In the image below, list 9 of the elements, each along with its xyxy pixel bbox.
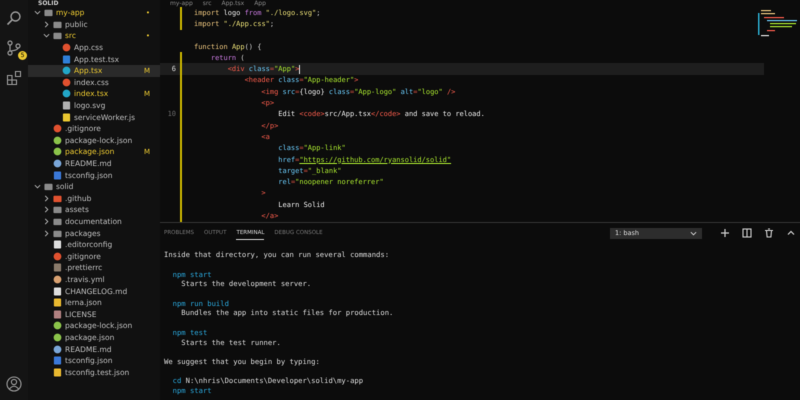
extensions-icon[interactable] [6, 70, 22, 86]
account-icon[interactable] [6, 376, 22, 392]
trash-icon[interactable] [764, 228, 774, 238]
minimap-drawing[interactable] [758, 9, 798, 39]
chevron-down-icon [690, 230, 697, 236]
source-control-icon[interactable] [6, 40, 22, 56]
split-icon[interactable] [742, 228, 752, 238]
add-icon[interactable] [720, 228, 730, 238]
search-icon[interactable] [6, 10, 22, 26]
